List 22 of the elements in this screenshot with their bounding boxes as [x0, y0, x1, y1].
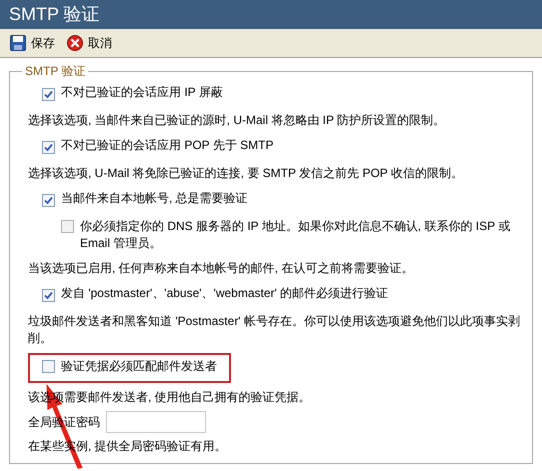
- checkbox[interactable]: [42, 194, 55, 207]
- checkbox[interactable]: [42, 360, 55, 373]
- description-text: 选择该选项, U-Mail 将免除已验证的连接, 要 SMTP 发信之前先 POP 收信的限制。: [28, 165, 464, 182]
- cancel-icon: [67, 35, 83, 51]
- checkbox[interactable]: [61, 220, 74, 233]
- group-legend: SMTP 验证: [22, 62, 88, 80]
- checkbox-label: 你必须指定你的 DNS 服务器的 IP 地址。如果你对此信息不确认, 联系你的 ISP 或 Email 管理员。: [80, 218, 512, 252]
- checkbox[interactable]: [42, 88, 55, 101]
- cancel-button[interactable]: 取消: [67, 34, 112, 52]
- description-text: 当该选项已启用, 任何声称来自本地帐号的邮件, 在认可之前将需要验证。: [28, 260, 414, 277]
- checkbox-label: 验证凭据必须匹配邮件发送者: [61, 358, 217, 375]
- checkbox[interactable]: [42, 141, 55, 154]
- checkbox[interactable]: [42, 289, 55, 302]
- checkbox-label: 发自 'postmaster'、'abuse'、'webmaster' 的邮件必须进行验证: [61, 285, 388, 302]
- checkbox-label: 不对已验证的会话应用 POP 先于 SMTP: [61, 137, 274, 154]
- checkbox-label: 当邮件来自本地帐号, 总是需要验证: [61, 190, 248, 207]
- checkbox-label: 不对已验证的会话应用 IP 屏蔽: [61, 84, 223, 101]
- save-button[interactable]: 保存: [10, 34, 55, 52]
- description-text: 选择该选项, 当邮件来自已验证的源时, U-Mail 将忽略由 IP 防护所设置的限制。: [28, 112, 446, 129]
- window-title: SMTP 验证: [9, 3, 100, 26]
- password-field[interactable]: [106, 411, 206, 433]
- description-text: 垃圾邮件发送者和黑客知道 'Postmaster' 帐号存在。你可以使用该选项避免他们以此项事实剥削。: [28, 313, 521, 347]
